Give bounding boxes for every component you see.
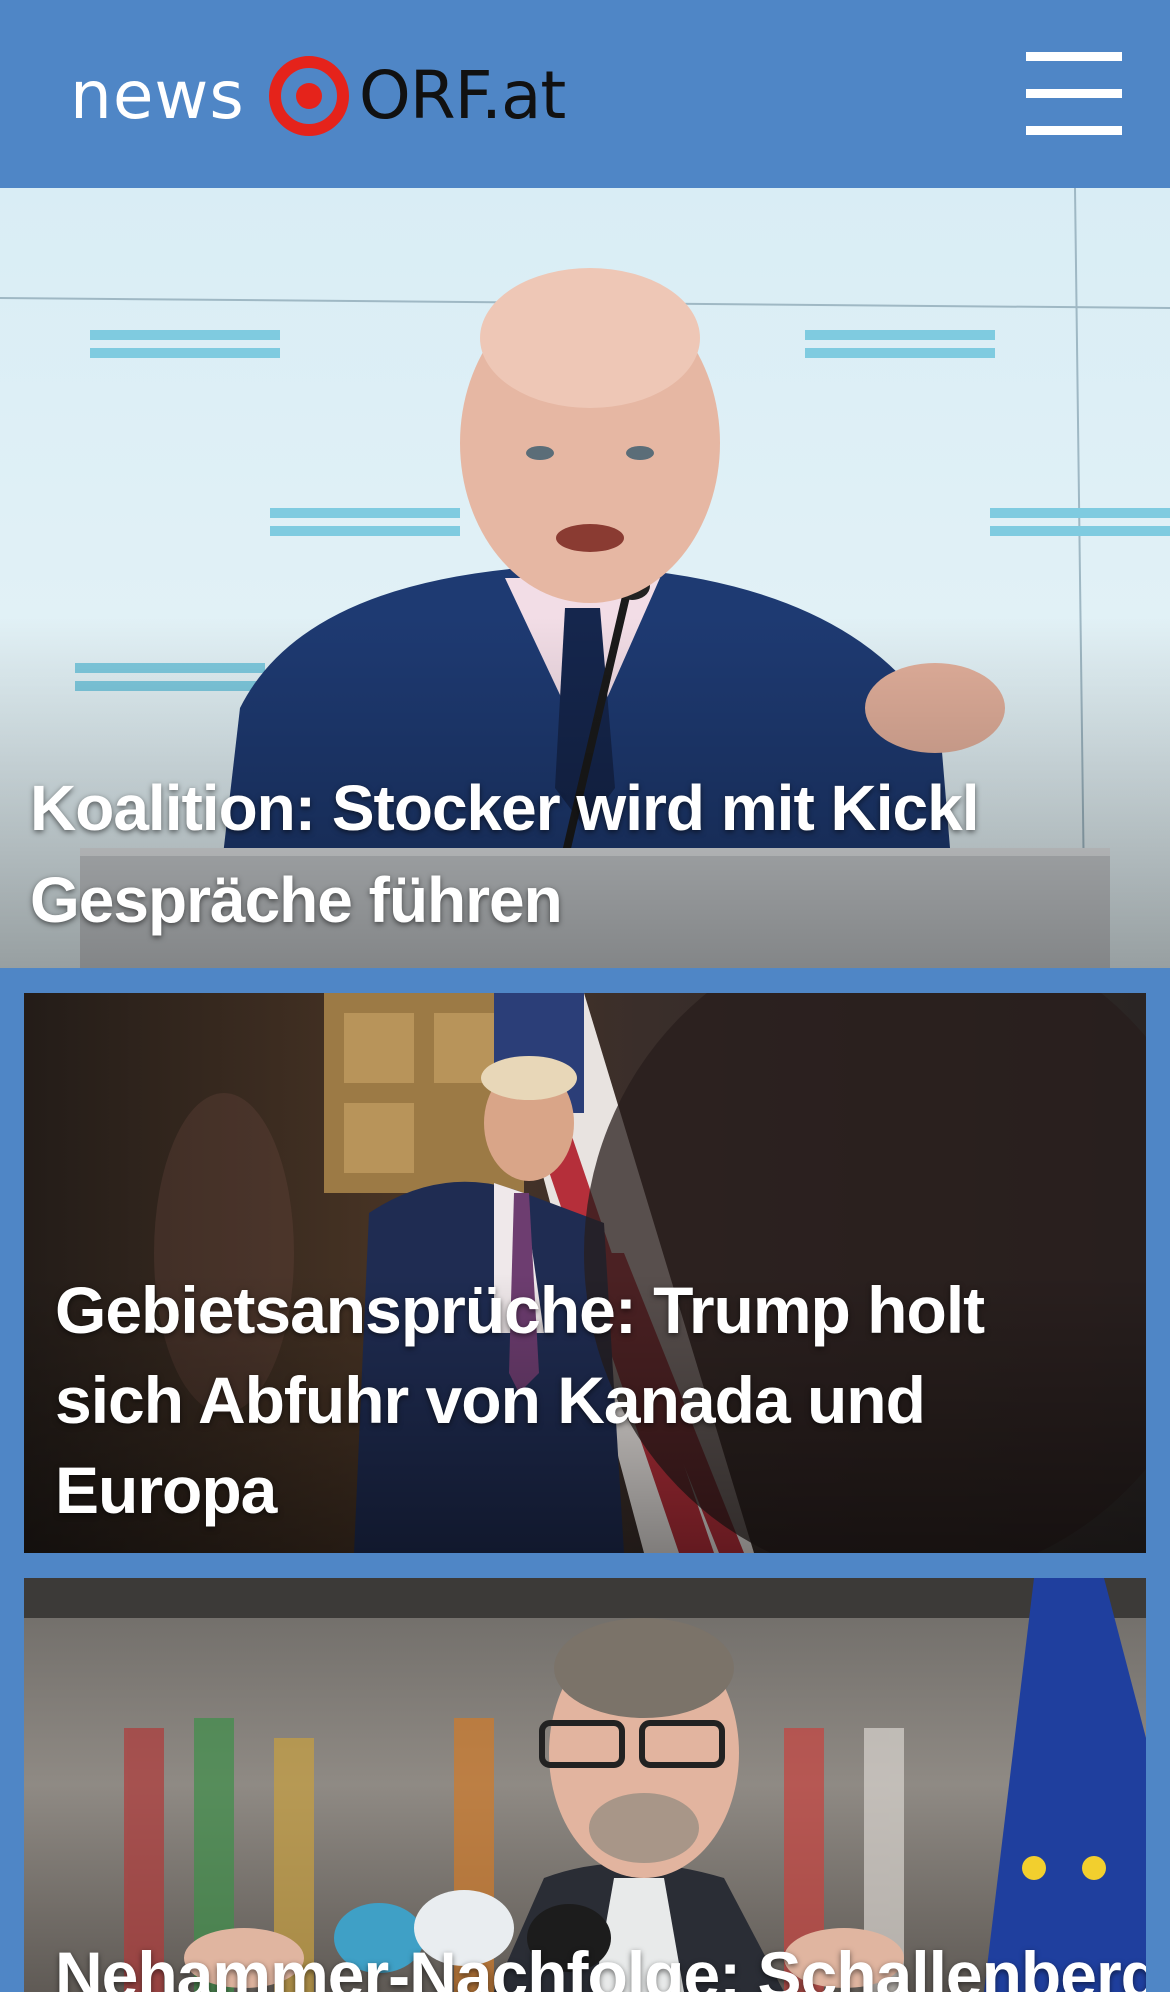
menu-bar xyxy=(1026,52,1122,61)
story-hero[interactable]: Koalition: Stocker wird mit Kickl Gesprä… xyxy=(0,188,1170,968)
menu-bar xyxy=(1026,89,1122,98)
story-card-schallenberg[interactable]: Nehammer-Nachfolge: Schallenberg xyxy=(24,1578,1146,1992)
story-title: Gebietsansprüche: Trump holt sich Abfuhr… xyxy=(55,1273,985,1527)
logo-orf-text: ORF.at xyxy=(358,57,566,134)
story-title: Nehammer-Nachfolge: Schallenberg xyxy=(55,1938,1146,1992)
logo-news-text: news xyxy=(70,57,245,134)
story-title: Koalition: Stocker wird mit Kickl Gesprä… xyxy=(30,772,980,936)
menu-bar xyxy=(1026,126,1122,135)
site-header: news ORF.at xyxy=(0,0,1170,188)
orf-news-logo[interactable]: news ORF.at xyxy=(70,48,566,144)
story-card-trump[interactable]: Gebietsansprüche: Trump holt sich Abfuhr… xyxy=(24,993,1146,1553)
orf-logo-mark-icon xyxy=(268,56,349,136)
hamburger-menu-icon[interactable] xyxy=(1026,52,1122,136)
